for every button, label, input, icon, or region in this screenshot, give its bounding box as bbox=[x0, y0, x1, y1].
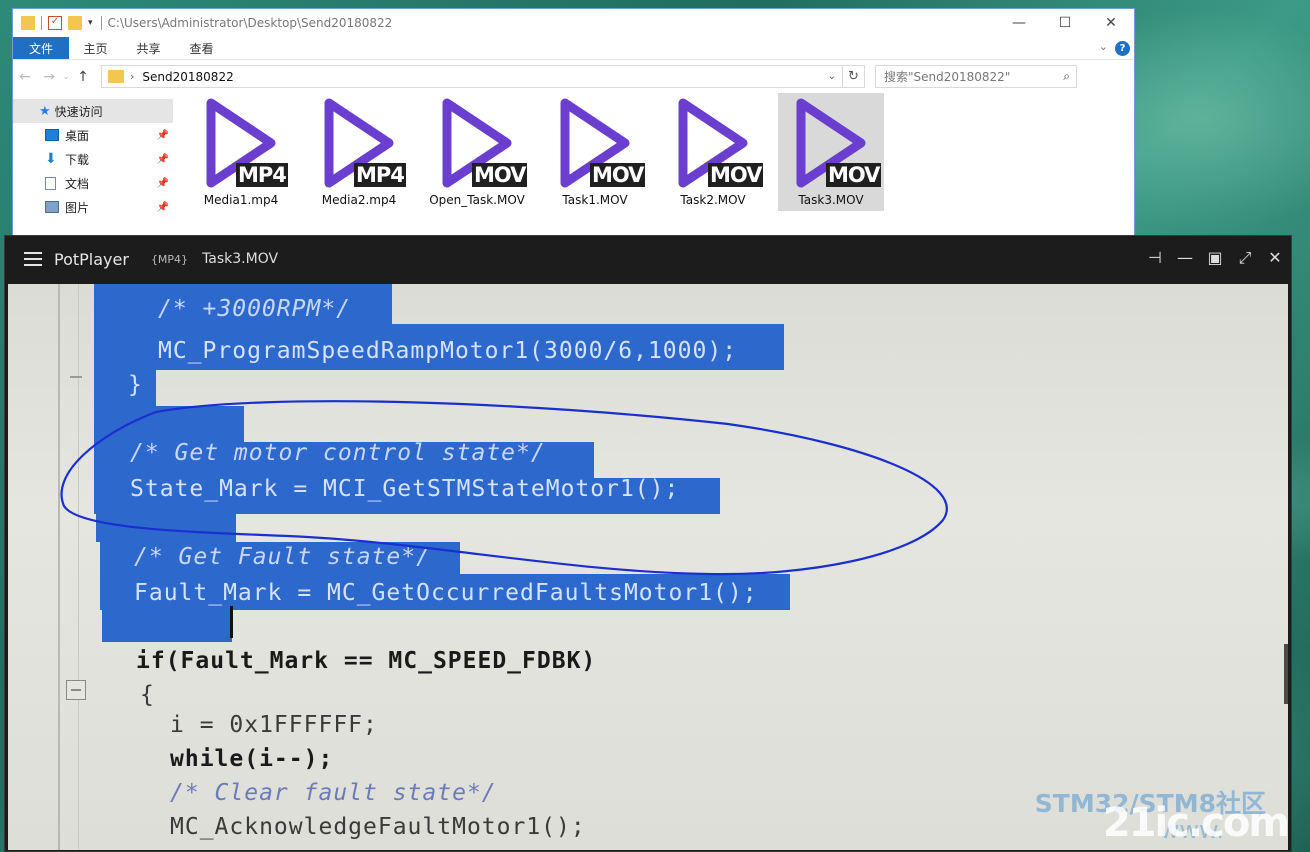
back-arrow-icon[interactable]: ← bbox=[13, 69, 37, 85]
video-frame[interactable]: /* +3000RPM*/ MC_ProgramSpeedRampMotor1(… bbox=[8, 284, 1288, 850]
document-icon bbox=[45, 176, 56, 190]
file-type-badge: MP4 bbox=[236, 163, 288, 187]
file-name: Task3.MOV bbox=[798, 193, 864, 207]
up-arrow-icon[interactable]: ↑ bbox=[71, 69, 95, 85]
format-badge: {MP4} bbox=[150, 252, 189, 266]
sidebar-item-label: 桌面 bbox=[65, 128, 90, 143]
tab-view[interactable]: 查看 bbox=[175, 37, 228, 59]
address-bar[interactable]: › Send20180822 ⌄ ↻ bbox=[101, 65, 865, 88]
pictures-icon bbox=[45, 201, 59, 213]
divider bbox=[100, 16, 102, 30]
file-type-badge: MP4 bbox=[354, 163, 406, 187]
menu-icon[interactable] bbox=[24, 252, 42, 266]
file-name: Media2.mp4 bbox=[321, 193, 397, 207]
pin-icon[interactable]: 📌 bbox=[157, 202, 169, 213]
file-type-badge: MOV bbox=[472, 163, 528, 187]
file-item[interactable]: MOV Task3.MOV bbox=[778, 93, 884, 211]
properties-icon[interactable]: ✓ bbox=[48, 16, 62, 30]
file-explorer-window: ✓ ▾ C:\Users\Administrator\Desktop\Send2… bbox=[12, 8, 1135, 248]
close-button[interactable]: ✕ bbox=[1088, 9, 1134, 37]
file-name: Open_Task.MOV bbox=[429, 193, 525, 207]
recent-dropdown-icon[interactable]: ⌄ bbox=[61, 72, 71, 82]
help-icon[interactable]: ? bbox=[1115, 41, 1130, 56]
potplayer-titlebar: PotPlayer {MP4} Task3.MOV ⊣ — ▣ ⤢ ✕ bbox=[5, 236, 1291, 282]
annotation-ellipse bbox=[60, 400, 948, 576]
minimize-button[interactable]: — bbox=[996, 9, 1042, 37]
maximize-button[interactable]: ▣ bbox=[1207, 248, 1223, 268]
pin-icon[interactable]: 📌 bbox=[157, 130, 169, 141]
window-title: C:\Users\Administrator\Desktop\Send20180… bbox=[107, 16, 393, 30]
star-icon: ★ bbox=[39, 103, 51, 119]
file-list: MP4 Media1.mp4 MP4 Media2.mp4 MOV Open_Task.M… bbox=[173, 93, 896, 247]
divider bbox=[41, 16, 42, 30]
close-button[interactable]: ✕ bbox=[1267, 248, 1283, 268]
potplayer-window: PotPlayer {MP4} Task3.MOV ⊣ — ▣ ⤢ ✕ /* +… bbox=[4, 235, 1292, 852]
sidebar-item-documents[interactable]: 文档 📌 bbox=[13, 171, 173, 195]
sidebar-item-downloads[interactable]: ⬇ 下载 📌 bbox=[13, 147, 173, 171]
file-item[interactable]: MOV Open_Task.MOV bbox=[424, 93, 530, 211]
tab-file[interactable]: 文件 bbox=[13, 37, 69, 59]
sidebar-item-quick-access[interactable]: ★ 快速访问 bbox=[13, 99, 173, 123]
refresh-icon[interactable]: ↻ bbox=[842, 66, 864, 87]
file-name: Media1.mp4 bbox=[203, 193, 279, 207]
explorer-titlebar: ✓ ▾ C:\Users\Administrator\Desktop\Send2… bbox=[13, 9, 1134, 37]
sidebar-item-desktop[interactable]: 桌面 📌 bbox=[13, 123, 173, 147]
sidebar-item-label: 快速访问 bbox=[54, 104, 103, 119]
navigation-pane: ★ 快速访问 桌面 📌 ⬇ 下载 📌 文档 📌 图片 📌 bbox=[13, 93, 173, 247]
playing-file-title: Task3.MOV bbox=[202, 251, 279, 267]
fullscreen-icon[interactable]: ⤢ bbox=[1237, 248, 1253, 268]
address-dropdown-icon[interactable]: ⌄ bbox=[828, 71, 836, 82]
expand-ribbon-icon[interactable]: ⌄ bbox=[1099, 40, 1108, 53]
app-name: PotPlayer bbox=[54, 249, 129, 269]
file-item[interactable]: MOV Task1.MOV bbox=[542, 93, 648, 211]
search-placeholder: 搜索"Send20180822" bbox=[884, 70, 1011, 84]
file-item[interactable]: MOV Task2.MOV bbox=[660, 93, 766, 211]
quick-access-dropdown-icon[interactable]: ▾ bbox=[88, 18, 93, 28]
sidebar-item-pictures[interactable]: 图片 📌 bbox=[13, 195, 173, 219]
sidebar-item-label: 文档 bbox=[65, 176, 90, 191]
file-type-badge: MOV bbox=[708, 163, 764, 187]
tab-share[interactable]: 共享 bbox=[122, 37, 175, 59]
folder-icon bbox=[108, 70, 124, 83]
breadcrumb-folder[interactable]: Send20180822 bbox=[142, 70, 233, 84]
sidebar-item-label: 图片 bbox=[65, 200, 90, 215]
pin-icon[interactable]: 📌 bbox=[157, 154, 169, 165]
file-type-badge: MOV bbox=[826, 163, 882, 187]
forward-arrow-icon[interactable]: → bbox=[37, 69, 61, 85]
scrollbar-thumb[interactable] bbox=[1284, 644, 1288, 704]
pin-icon[interactable]: 📌 bbox=[157, 178, 169, 189]
search-input[interactable]: 搜索"Send20180822" ⌕ bbox=[875, 65, 1077, 88]
sidebar-item-label: 下载 bbox=[65, 152, 90, 167]
desktop-icon bbox=[45, 129, 59, 141]
ribbon-tabs: 文件 主页 共享 查看 ⌄ ? bbox=[13, 37, 1134, 59]
minimize-button[interactable]: — bbox=[1177, 248, 1193, 268]
file-name: Task2.MOV bbox=[680, 193, 746, 207]
new-folder-icon[interactable] bbox=[68, 16, 82, 30]
download-icon: ⬇ bbox=[45, 151, 57, 167]
file-type-badge: MOV bbox=[590, 163, 646, 187]
folder-icon[interactable] bbox=[21, 16, 35, 30]
file-item[interactable]: MP4 Media2.mp4 bbox=[306, 93, 412, 211]
breadcrumb-chevron-icon[interactable]: › bbox=[130, 70, 134, 83]
file-name: Task1.MOV bbox=[562, 193, 628, 207]
pin-icon[interactable]: ⊣ bbox=[1147, 248, 1163, 268]
address-row: ← → ⌄ ↑ › Send20180822 ⌄ ↻ 搜索"Send201808… bbox=[13, 59, 1134, 93]
watermark-brand: 21ic.com bbox=[1102, 800, 1288, 846]
maximize-button[interactable]: ☐ bbox=[1042, 9, 1088, 37]
tab-home[interactable]: 主页 bbox=[69, 37, 122, 59]
search-icon[interactable]: ⌕ bbox=[1063, 69, 1070, 84]
file-item[interactable]: MP4 Media1.mp4 bbox=[188, 93, 294, 211]
